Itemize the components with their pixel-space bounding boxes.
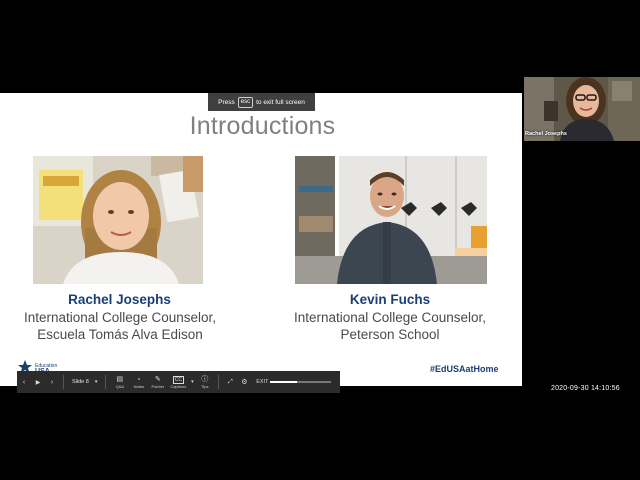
toolbar-divider — [105, 375, 107, 389]
toolbar-divider — [63, 375, 64, 389]
captions-label: Captions — [170, 383, 187, 389]
toolbar-divider — [218, 375, 220, 389]
exit-label: EXIT — [256, 379, 269, 385]
play-icon[interactable]: ▶ — [31, 371, 45, 393]
rachel-photo — [33, 156, 203, 284]
chevron-left-icon[interactable]: ‹ — [17, 371, 31, 393]
qa-label: Q&A — [115, 383, 125, 389]
captions-button[interactable]: CC Captions — [167, 371, 189, 393]
slide-selector[interactable]: Slide 8 ▾ — [68, 379, 101, 385]
progress-bar[interactable] — [270, 381, 331, 383]
chevron-down-icon: ▾ — [94, 379, 98, 385]
esc-key: esc — [237, 96, 254, 108]
presenter-name-rachel: Rachel Josephs — [68, 292, 171, 307]
progress-fill — [270, 381, 298, 383]
hashtag: #EdUSAatHome — [430, 364, 499, 374]
qa-button[interactable]: ▤ Q&A — [110, 371, 129, 393]
presenter-name-kevin: Kevin Fuchs — [349, 292, 431, 307]
hint-suffix: to exit full screen — [256, 98, 305, 106]
hint-prefix: Press — [218, 98, 235, 106]
kevin-photo — [295, 156, 487, 284]
pointer-label: Pointer — [151, 383, 165, 389]
fullscreen-icon[interactable]: ⤢ — [223, 371, 237, 393]
exit-fullscreen-hint: Press esc to exit full screen — [208, 93, 315, 111]
chevron-right-icon[interactable]: › — [45, 371, 59, 393]
pointer-button[interactable]: ✎ Pointer — [148, 371, 167, 393]
notes-button[interactable]: ▫ Notes — [129, 371, 148, 393]
qa-icon: ▤ — [116, 375, 124, 383]
presenter-role-rachel-line1: International College Counselor, — [23, 310, 217, 325]
tips-icon: ⓘ — [201, 375, 209, 383]
tips-label: Tips — [201, 383, 209, 389]
gear-icon[interactable]: ⚙ — [237, 371, 251, 393]
notes-label: Notes — [133, 383, 145, 389]
recording-timestamp: 2020-09-30 14:10:56 — [551, 385, 620, 392]
presenter-role-kevin-line1: International College Counselor, — [293, 310, 487, 325]
participant-name: Rachel Josephs — [525, 131, 567, 137]
tips-button[interactable]: ⓘ Tips — [195, 371, 214, 393]
captions-icon: CC — [172, 375, 184, 384]
presenter-role-kevin-line2: Peterson School — [340, 327, 440, 342]
pointer-icon: ✎ — [154, 375, 161, 383]
presenter-role-rachel-line2: Escuela Tomás Alva Edison — [37, 327, 203, 342]
slide-selector-label: Slide 8 — [72, 379, 89, 385]
notes-icon: ▫ — [137, 375, 141, 383]
slide-title: Introductions — [189, 112, 336, 140]
